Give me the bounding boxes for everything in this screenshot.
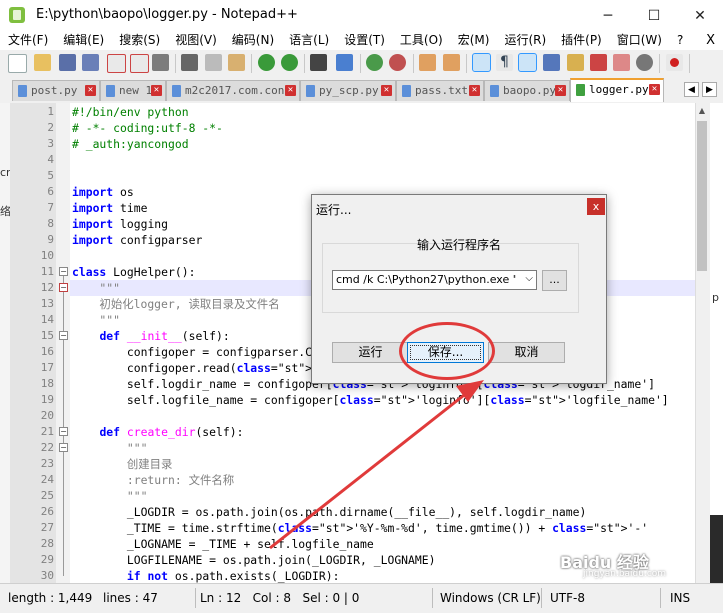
annotation-arrow [269, 380, 484, 550]
baidu-watermark-url: jingyan.baidu.com [583, 569, 667, 579]
arrow-shaft [269, 390, 469, 550]
